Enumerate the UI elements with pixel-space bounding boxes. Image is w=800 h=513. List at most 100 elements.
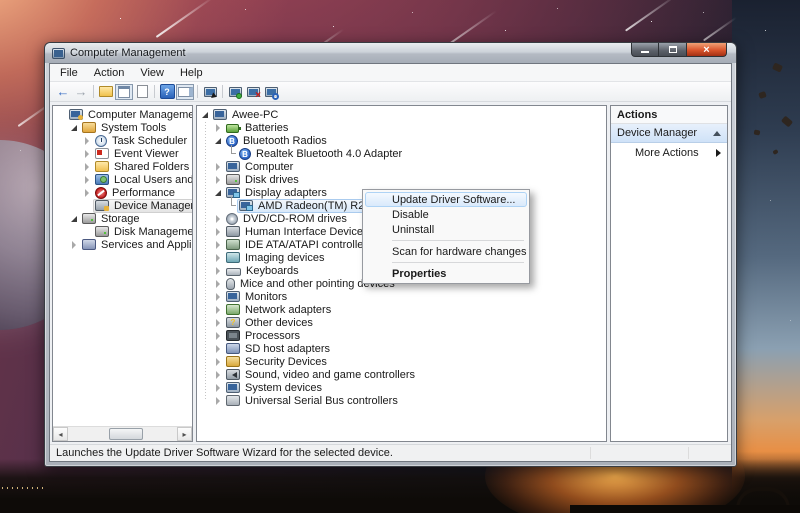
expand-arrow-icon[interactable] <box>214 383 224 393</box>
expand-arrow-icon[interactable] <box>214 214 224 224</box>
collapse-arrow-icon[interactable] <box>201 110 211 120</box>
expand-arrow-icon[interactable] <box>83 162 93 172</box>
sound-icon <box>226 369 240 380</box>
tree-item-disk-management[interactable]: Disk Management <box>53 225 192 238</box>
context-menu-item-disable[interactable]: Disable <box>365 207 527 222</box>
context-menu-item-properties[interactable]: Properties <box>365 266 527 281</box>
menu-help[interactable]: Help <box>172 65 211 81</box>
context-menu-item-uninstall[interactable]: Uninstall <box>365 222 527 237</box>
tree-item-label: DVD/CD-ROM drives <box>241 213 347 225</box>
tree-item-device-manager[interactable]: Device Manager <box>53 199 192 212</box>
help-icon[interactable] <box>158 84 176 100</box>
expand-arrow-icon[interactable] <box>83 149 93 159</box>
expand-arrow-icon[interactable] <box>214 370 224 380</box>
tree-item-task-scheduler[interactable]: Task Scheduler <box>53 134 192 147</box>
tree-item-event-viewer[interactable]: Event Viewer <box>53 147 192 160</box>
action-pane-icon[interactable] <box>176 84 194 100</box>
menu-action[interactable]: Action <box>86 65 133 81</box>
tree-item-processors[interactable]: Processors <box>197 329 606 342</box>
expand-arrow-icon[interactable] <box>83 188 93 198</box>
item-content: DVD/CD-ROM drives <box>224 212 351 226</box>
expand-arrow-icon[interactable] <box>214 305 224 315</box>
tree-item-batteries[interactable]: Batteries <box>197 121 606 134</box>
scroll-left-button[interactable]: ◂ <box>53 427 68 441</box>
tree-item-security-devices[interactable]: Security Devices <box>197 355 606 368</box>
minimize-button[interactable] <box>631 43 659 57</box>
expand-arrow-icon[interactable] <box>214 331 224 341</box>
show-window-icon[interactable] <box>115 84 133 100</box>
context-menu-item-update-driver-software[interactable]: Update Driver Software... <box>365 192 527 207</box>
actions-pane: Actions Device Manager More Actions <box>610 105 728 442</box>
collapse-arrow-icon[interactable] <box>70 123 80 133</box>
tree-item-performance[interactable]: Performance <box>53 186 192 199</box>
expand-arrow-icon[interactable] <box>214 266 224 276</box>
more-actions-item[interactable]: More Actions <box>611 143 727 162</box>
tree-item-awee-pc[interactable]: Awee-PC <box>197 108 606 121</box>
export-list-icon[interactable] <box>133 84 151 100</box>
update-driver-icon[interactable] <box>226 84 244 100</box>
console-tree-icon[interactable] <box>97 84 115 100</box>
tree-item-system-devices[interactable]: System devices <box>197 381 606 394</box>
expand-arrow-icon[interactable] <box>83 136 93 146</box>
expand-arrow-icon[interactable] <box>214 253 224 263</box>
task-scheduler-icon <box>95 135 107 147</box>
maximize-button[interactable] <box>659 43 686 57</box>
other-devices-icon <box>226 317 240 328</box>
tree-item-network-adapters[interactable]: Network adapters <box>197 303 606 316</box>
collapse-arrow-icon[interactable] <box>70 214 80 224</box>
remote-computer-icon[interactable] <box>201 84 219 100</box>
menu-file[interactable]: File <box>52 65 86 81</box>
tree-item-bluetooth-radios[interactable]: Bluetooth Radios <box>197 134 606 147</box>
tree-item-sound-video-and-game-controllers[interactable]: Sound, video and game controllers <box>197 368 606 381</box>
tree-item-local-users-and-groups[interactable]: Local Users and Groups <box>53 173 192 186</box>
tree-item-storage[interactable]: Storage <box>53 212 192 225</box>
actions-section-device-manager[interactable]: Device Manager <box>611 124 727 143</box>
context-menu-item-scan-for-hardware-changes[interactable]: Scan for hardware changes <box>365 244 527 259</box>
console-tree: Computer Management (LocalSystem ToolsTa… <box>53 106 192 251</box>
collapse-arrow-icon[interactable] <box>214 136 224 146</box>
scrollbar-thumb[interactable] <box>109 428 143 440</box>
expand-arrow-icon[interactable] <box>83 175 93 185</box>
tree-item-system-tools[interactable]: System Tools <box>53 121 192 134</box>
scan-hardware-icon-badge <box>272 93 279 100</box>
tree-item-computer-management-local[interactable]: Computer Management (Local <box>53 108 192 121</box>
collapse-section-icon[interactable] <box>713 131 721 136</box>
expand-arrow-icon[interactable] <box>214 227 224 237</box>
expand-arrow-icon[interactable] <box>214 175 224 185</box>
menu-view[interactable]: View <box>132 65 172 81</box>
wallpaper-right-sky <box>732 0 800 513</box>
tree-item-realtek-bluetooth-4-0-adapter[interactable]: Realtek Bluetooth 4.0 Adapter <box>197 147 606 160</box>
forward-icon[interactable] <box>72 84 90 100</box>
expand-arrow-icon[interactable] <box>214 123 224 133</box>
scrollbar-track[interactable] <box>68 427 177 441</box>
tree-item-disk-drives[interactable]: Disk drives <box>197 173 606 186</box>
arrow-spacer <box>83 201 93 211</box>
expand-arrow-icon[interactable] <box>214 344 224 354</box>
expand-arrow-icon[interactable] <box>214 240 224 250</box>
tree-item-monitors[interactable]: Monitors <box>197 290 606 303</box>
scroll-right-button[interactable]: ▸ <box>177 427 192 441</box>
close-button[interactable]: × <box>686 43 727 57</box>
expand-arrow-icon[interactable] <box>214 279 224 289</box>
tree-item-services-and-applications[interactable]: Services and Applications <box>53 238 192 251</box>
expand-arrow-icon[interactable] <box>214 162 224 172</box>
collapse-arrow-icon[interactable] <box>214 188 224 198</box>
expand-arrow-icon[interactable] <box>214 292 224 302</box>
scan-hardware-icon[interactable] <box>262 84 280 100</box>
horizontal-scrollbar[interactable]: ◂ ▸ <box>53 426 192 441</box>
tree-item-shared-folders[interactable]: Shared Folders <box>53 160 192 173</box>
back-icon[interactable] <box>54 84 72 100</box>
uninstall-device-icon[interactable]: × <box>244 84 262 100</box>
tree-item-universal-serial-bus-controllers[interactable]: Universal Serial Bus controllers <box>197 394 606 407</box>
toolbar-separator <box>197 85 198 98</box>
tree-item-computer[interactable]: Computer <box>197 160 606 173</box>
expand-arrow-icon[interactable] <box>214 357 224 367</box>
expand-arrow-icon[interactable] <box>214 318 224 328</box>
tree-item-other-devices[interactable]: Other devices <box>197 316 606 329</box>
window-title: Computer Management <box>70 47 186 59</box>
tree-item-label: Security Devices <box>243 356 327 368</box>
expand-arrow-icon[interactable] <box>214 396 224 406</box>
mouse-icon <box>226 278 235 290</box>
expand-arrow-icon[interactable] <box>70 240 80 250</box>
tree-item-sd-host-adapters[interactable]: SD host adapters <box>197 342 606 355</box>
